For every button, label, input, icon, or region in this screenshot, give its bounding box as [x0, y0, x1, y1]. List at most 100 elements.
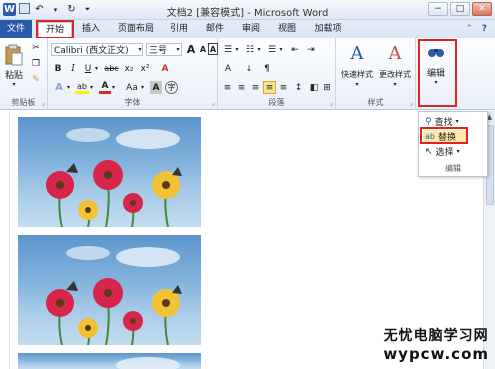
- text-effects-dropdown-icon[interactable]: ▾: [65, 81, 72, 94]
- align-right-button[interactable]: ≡: [249, 81, 262, 94]
- title-bar: W ↶ ▾ ↻ ⏷ 文档2 [兼容模式] - Microsoft Word − …: [0, 0, 495, 20]
- quick-styles-dropdown-icon[interactable]: ▾: [352, 80, 362, 88]
- minimize-button[interactable]: −: [428, 2, 448, 16]
- close-button[interactable]: ✕: [472, 2, 492, 16]
- help-icon[interactable]: ?: [482, 24, 487, 34]
- tab-home[interactable]: 开始: [38, 22, 72, 38]
- font-name-dropdown-icon[interactable]: ▾: [136, 43, 144, 56]
- change-styles-dropdown-icon[interactable]: ▾: [390, 80, 400, 88]
- editing-panel-label: 编辑: [445, 164, 461, 173]
- binoculars-small-icon: ⚲: [425, 116, 432, 127]
- paragraph-launcher-icon[interactable]: ⌟: [330, 99, 333, 107]
- highlight-dropdown-icon[interactable]: ▾: [88, 81, 95, 94]
- change-case-dropdown-icon[interactable]: ▾: [139, 81, 146, 94]
- clipboard-launcher-icon[interactable]: ⌟: [42, 99, 45, 107]
- font-size-dropdown-icon[interactable]: ▾: [174, 43, 182, 56]
- tab-file[interactable]: 文件: [0, 20, 32, 38]
- multilevel-list-button[interactable]: ☰: [265, 43, 279, 56]
- bullets-dropdown-icon[interactable]: ▾: [234, 43, 240, 56]
- window-controls: − □ ✕: [428, 2, 492, 16]
- tab-mailings[interactable]: 邮件: [200, 22, 230, 38]
- flower-image-3[interactable]: [18, 353, 201, 369]
- change-case-button[interactable]: Aa: [124, 81, 140, 94]
- paste-button[interactable]: 粘贴: [2, 68, 26, 81]
- minimize-ribbon-icon[interactable]: ⌃: [465, 24, 473, 34]
- underline-dropdown-icon[interactable]: ▾: [93, 62, 100, 75]
- strikethrough-button[interactable]: abc: [103, 62, 120, 75]
- enclose-char-button[interactable]: 字: [165, 81, 178, 94]
- clear-format-button[interactable]: A: [158, 62, 172, 75]
- bold-button[interactable]: B: [52, 62, 64, 75]
- left-margin: [0, 111, 10, 369]
- multilevel-dropdown-icon[interactable]: ▾: [278, 43, 284, 56]
- change-styles-icon[interactable]: A: [382, 42, 408, 64]
- font-name-select[interactable]: Calibri (西文正文): [51, 43, 143, 56]
- numbering-dropdown-icon[interactable]: ▾: [256, 43, 262, 56]
- group-label-paragraph: 段落: [268, 98, 285, 107]
- ribbon: 粘贴 ▾ ✂ ❐ ✎ 剪贴板 ⌟ Calibri (西文正文) ▾ 三号 ▾ A…: [0, 38, 495, 110]
- editing-dropdown-panel: ⚲ 查找 ▾ ab 替换 ↖ 选择 ▾ 编辑: [418, 111, 488, 177]
- superscript-button[interactable]: x²: [138, 62, 152, 75]
- editing-dropdown-icon[interactable]: ▾: [431, 78, 441, 86]
- watermark-line-1: 无忧电脑学习网: [383, 328, 489, 344]
- group-label-clipboard: 剪贴板: [11, 98, 36, 107]
- tab-references[interactable]: 引用: [164, 22, 194, 38]
- quick-styles-icon[interactable]: A: [344, 42, 370, 64]
- editing-button[interactable]: 编辑: [420, 66, 452, 79]
- restore-button[interactable]: □: [450, 2, 470, 16]
- justify-button[interactable]: ≡: [263, 81, 276, 94]
- align-left-button[interactable]: ≡: [221, 81, 234, 94]
- tab-view[interactable]: 视图: [272, 22, 302, 38]
- quick-styles-button[interactable]: 快速样式: [338, 68, 376, 80]
- chinese-layout-button[interactable]: A: [221, 62, 235, 75]
- increase-indent-button[interactable]: ⇥: [304, 43, 318, 56]
- decrease-indent-button[interactable]: ⇤: [288, 43, 302, 56]
- cut-icon[interactable]: ✂: [30, 42, 42, 54]
- find-menu-item[interactable]: ⚲ 查找 ▾: [425, 115, 459, 129]
- bullets-button[interactable]: ☰: [221, 43, 235, 56]
- grow-font-button[interactable]: A: [185, 43, 197, 56]
- select-menu-item[interactable]: ↖ 选择 ▾: [425, 145, 460, 159]
- shading-button[interactable]: ◧: [308, 81, 320, 94]
- borders-button[interactable]: ⊞: [321, 81, 333, 94]
- group-editing: 编辑 ▾: [416, 38, 456, 110]
- paste-icon[interactable]: [4, 44, 24, 66]
- text-effects-button[interactable]: A: [52, 81, 66, 94]
- font-color-dropdown-icon[interactable]: ▾: [110, 81, 117, 94]
- find-dropdown-icon: ▾: [455, 118, 459, 125]
- highlight-button[interactable]: ab: [75, 81, 89, 94]
- select-dropdown-icon: ▾: [456, 148, 460, 155]
- align-center-button[interactable]: ≡: [235, 81, 248, 94]
- format-painter-icon[interactable]: ✎: [30, 74, 42, 86]
- tab-addins[interactable]: 加载项: [308, 22, 348, 38]
- copy-icon[interactable]: ❐: [30, 58, 42, 70]
- char-shading-button[interactable]: A: [150, 81, 162, 94]
- shrink-font-button[interactable]: A: [198, 43, 208, 56]
- numbering-button[interactable]: ☷: [243, 43, 257, 56]
- paste-dropdown-icon[interactable]: ▾: [9, 80, 19, 88]
- tab-insert[interactable]: 插入: [76, 22, 106, 38]
- replace-label: 替换: [437, 133, 456, 143]
- italic-button[interactable]: I: [67, 62, 79, 75]
- binoculars-icon[interactable]: [426, 44, 446, 60]
- line-spacing-button[interactable]: ↕: [292, 81, 305, 94]
- tab-page-layout[interactable]: 页面布局: [112, 22, 160, 38]
- group-label-styles: 样式: [367, 98, 384, 107]
- subscript-button[interactable]: x₂: [122, 62, 136, 75]
- show-marks-button[interactable]: ¶: [260, 62, 274, 75]
- replace-menu-item[interactable]: ab 替换: [423, 130, 467, 143]
- change-styles-button[interactable]: 更改样式: [376, 68, 414, 80]
- sort-button[interactable]: ↓: [242, 62, 256, 75]
- distribute-button[interactable]: ≡: [277, 81, 290, 94]
- group-label-font: 字体: [124, 98, 141, 107]
- char-border-button[interactable]: A: [208, 43, 218, 55]
- flower-illustration-3: [116, 357, 180, 369]
- tab-review[interactable]: 审阅: [236, 22, 266, 38]
- font-launcher-icon[interactable]: ⌟: [212, 99, 215, 107]
- cursor-icon: ↖: [425, 146, 433, 157]
- styles-launcher-icon[interactable]: ⌟: [410, 99, 413, 107]
- flower-image-2[interactable]: [18, 235, 201, 345]
- group-paragraph: ☰ ▾ ☷ ▾ ☰ ▾ ⇤ ⇥ A ↓ ¶ ≡ ≡ ≡ ≡ ≡ ↕ ◧ ⊞ 段落…: [218, 38, 336, 110]
- flower-image-1[interactable]: [18, 117, 201, 227]
- select-label: 选择: [435, 148, 454, 158]
